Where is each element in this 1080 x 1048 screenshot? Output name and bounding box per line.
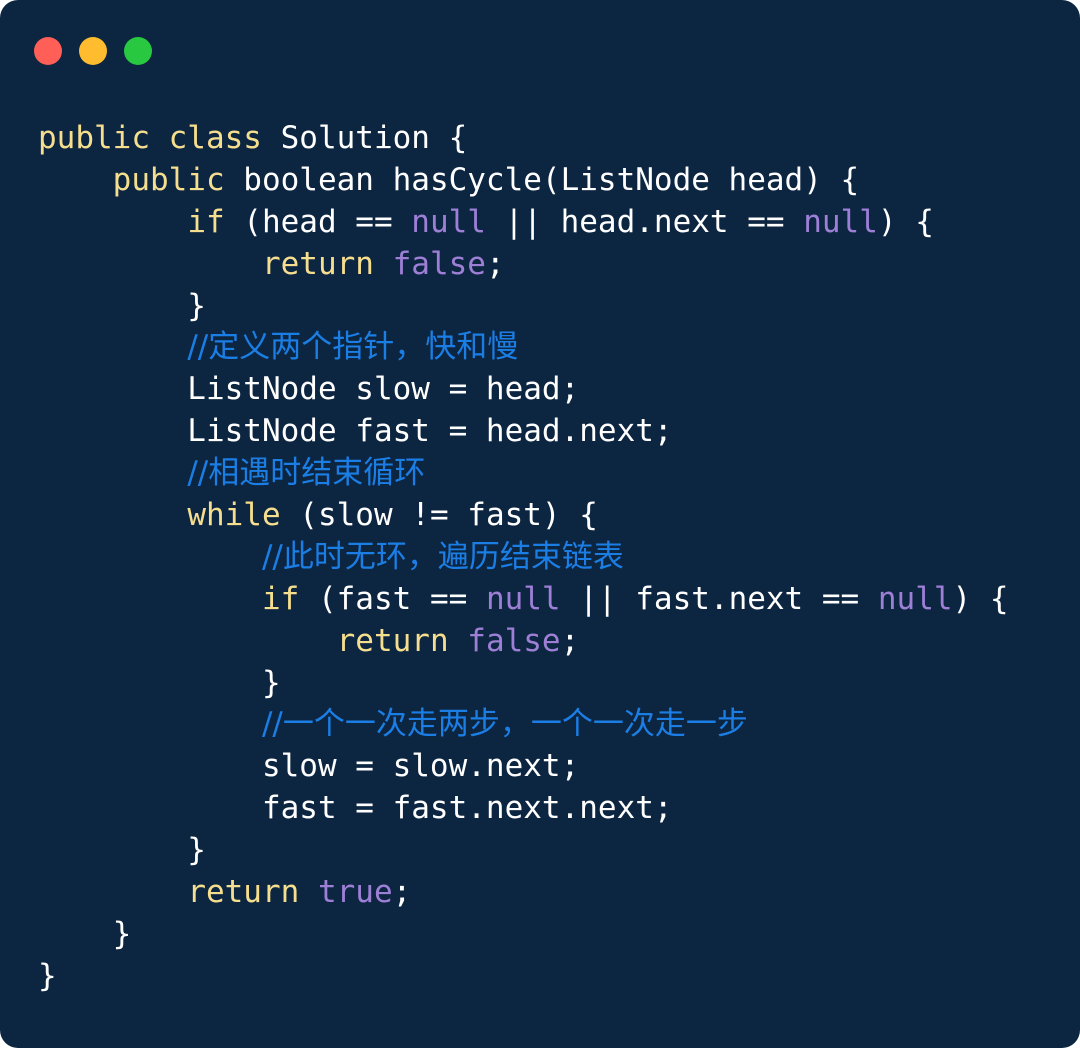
code-comment: //此时无环，遍历结束链表 [261,538,624,575]
code-text: Solution { [261,120,468,156]
code-literal: true [317,874,393,911]
code-line: ListNode fast = head.next; [38,411,1009,453]
code-text: || head.next == [485,203,804,240]
code-literal: null [803,203,878,240]
code-text: ) { [877,203,934,240]
code-text: (slow != fast) { [280,497,598,534]
code-text: (fast == [299,580,486,617]
code-keyword: if [187,203,225,240]
code-literal: null [877,580,953,617]
code-line: return true; [38,872,1009,914]
code-text: (head == [224,203,412,240]
code-line: ListNode slow = head; [38,369,1009,411]
code-text: ListNode fast = head.next; [38,413,673,450]
code-line: if (fast == null || fast.next == null) { [38,579,1009,621]
code-text: } [38,957,57,994]
code-line: //一个一次走两步，一个一次走一步 [38,704,1009,746]
code-line: slow = slow.next; [38,746,1009,788]
code-comment: //定义两个指针，快和慢 [187,329,519,366]
code-text: ; [485,245,505,282]
code-line: //此时无环，遍历结束链表 [38,537,1009,579]
code-keyword: return [261,245,374,282]
code-line: if (head == null || head.next == null) { [38,202,1009,244]
code-keyword: while [187,497,281,534]
code-line: //相遇时结束循环 [38,453,1009,495]
code-line: } [38,830,1009,872]
code-text: } [38,287,206,324]
code-text: fast = fast.next.next; [38,790,673,827]
code-text: ) { [952,580,1009,617]
code-line: fast = fast.next.next; [38,788,1009,830]
code-comment: //一个一次走两步，一个一次走一步 [261,706,748,743]
code-keyword: public class [38,120,262,156]
code-text: } [38,832,206,869]
code-line: } [38,286,1009,328]
code-text: } [38,915,132,952]
code-keyword: return [187,874,300,911]
minimize-button[interactable] [79,37,107,65]
code-line: //定义两个指针，快和慢 [38,327,1009,369]
code-text: ; [560,622,580,659]
code-text: || fast.next == [560,580,878,617]
code-text: ; [392,874,412,911]
code-line: } [38,956,1009,998]
code-line: } [38,914,1009,956]
code-literal: null [485,580,561,617]
code-keyword: if [261,580,300,617]
code-block: public class Solution { public boolean h… [38,118,1009,998]
code-line: while (slow != fast) { [38,495,1009,537]
code-text: } [38,664,281,701]
code-literal: false [392,245,486,282]
code-line: public class Solution { [38,118,1009,160]
code-line: } [38,663,1009,705]
code-line: return false; [38,621,1009,663]
code-keyword: return [336,622,449,659]
code-text: boolean hasCycle(ListNode head) { [224,161,860,198]
code-keyword: public [112,161,225,198]
window-controls [34,37,152,65]
code-text: ListNode slow = head; [38,371,580,408]
code-line: public boolean hasCycle(ListNode head) { [38,160,1009,202]
zoom-button[interactable] [124,37,152,65]
code-line: return false; [38,244,1009,286]
code-text: slow = slow.next; [38,748,580,785]
code-literal: null [411,203,486,240]
code-comment: //相遇时结束循环 [187,455,426,492]
code-window: public class Solution { public boolean h… [0,0,1080,1048]
close-button[interactable] [34,37,62,65]
code-literal: false [467,622,561,659]
